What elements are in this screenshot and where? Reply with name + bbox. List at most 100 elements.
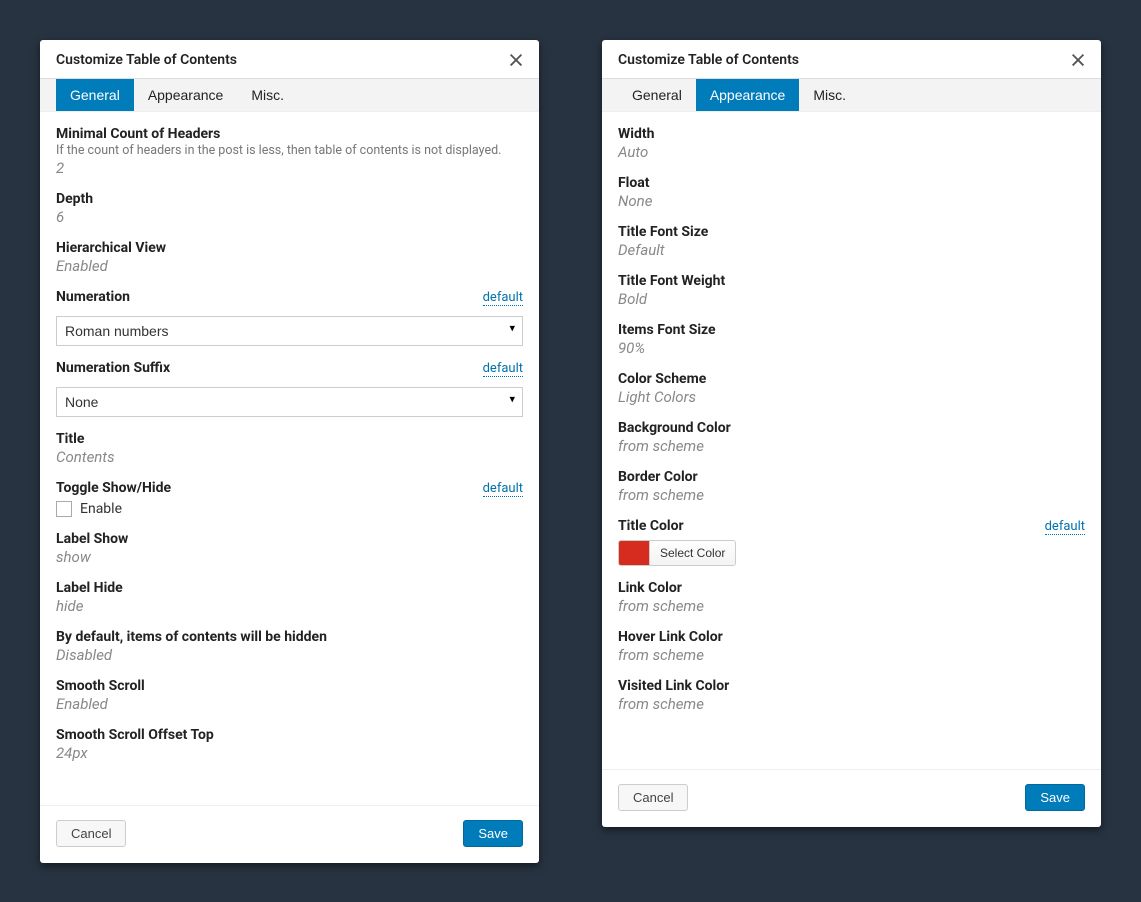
color-picker-button[interactable]: Select Color [618,540,736,566]
field-label: Minimal Count of Headers [56,126,523,142]
tab-misc[interactable]: Misc. [237,79,298,111]
toggle-enable-checkbox[interactable] [56,501,72,517]
modal-general: Customize Table of Contents General Appe… [40,40,539,863]
field-link-color: Link Color from scheme [618,580,1085,615]
field-title-font-size: Title Font Size Default [618,224,1085,259]
tabs: General Appearance Misc. [40,79,539,112]
field-float: Float None [618,175,1085,210]
field-label-hide: Label Hide hide [56,580,523,615]
field-value: Auto [618,143,1085,161]
field-label: By default, items of contents will be hi… [56,629,523,645]
field-numeration: Numeration default Roman numbers [56,289,523,346]
field-border-color: Border Color from scheme [618,469,1085,504]
modal-title: Customize Table of Contents [56,52,237,68]
modal-footer: Cancel Save [602,769,1101,827]
save-button[interactable]: Save [1025,784,1085,811]
cancel-button[interactable]: Cancel [56,820,126,847]
field-value: from scheme [618,437,1085,455]
default-link[interactable]: default [483,361,523,377]
field-value: from scheme [618,486,1085,504]
toggle-enable-label: Enable [80,501,122,517]
modal-body: Minimal Count of Headers If the count of… [40,112,539,805]
color-swatch [619,541,649,565]
field-label: Background Color [618,420,1085,436]
field-label: Float [618,175,1085,191]
field-smooth-scroll-offset: Smooth Scroll Offset Top 24px [56,727,523,762]
field-label: Hierarchical View [56,240,523,256]
field-label: Label Show [56,531,523,547]
field-value: 2 [56,159,523,177]
field-label: Link Color [618,580,1085,596]
field-label: Numeration Suffix [56,360,170,376]
default-link[interactable]: default [483,290,523,306]
field-value: None [618,192,1085,210]
field-label: Label Hide [56,580,523,596]
field-value: 6 [56,208,523,226]
field-toggle-show-hide: Toggle Show/Hide default Enable [56,480,523,517]
numeration-suffix-select[interactable]: None [56,387,523,417]
field-value: from scheme [618,695,1085,713]
close-icon [1072,54,1085,67]
modal-header: Customize Table of Contents [40,40,539,79]
default-link[interactable]: default [483,481,523,497]
field-value: from scheme [618,597,1085,615]
field-width: Width Auto [618,126,1085,161]
field-title-font-weight: Title Font Weight Bold [618,273,1085,308]
select-color-label[interactable]: Select Color [649,541,735,565]
modal-body: Width Auto Float None Title Font Size De… [602,112,1101,769]
tab-general[interactable]: General [618,79,696,111]
field-value: Light Colors [618,388,1085,406]
field-value: Contents [56,448,523,466]
field-label: Toggle Show/Hide [56,480,171,496]
field-numeration-suffix: Numeration Suffix default None [56,360,523,417]
field-hidden-default: By default, items of contents will be hi… [56,629,523,664]
modal-footer: Cancel Save [40,805,539,863]
field-value: 24px [56,744,523,762]
field-value: Bold [618,290,1085,308]
default-link[interactable]: default [1045,519,1085,535]
field-title: Title Contents [56,431,523,466]
field-label: Items Font Size [618,322,1085,338]
field-background-color: Background Color from scheme [618,420,1085,455]
field-value: 90% [618,339,1085,357]
field-sub: If the count of headers in the post is l… [56,143,523,158]
field-value: Enabled [56,695,523,713]
field-label: Depth [56,191,523,207]
field-visited-link-color: Visited Link Color from scheme [618,678,1085,713]
field-label: Title Color [618,518,684,534]
modal-title: Customize Table of Contents [618,52,799,68]
field-items-font-size: Items Font Size 90% [618,322,1085,357]
field-label: Title Font Size [618,224,1085,240]
field-label: Visited Link Color [618,678,1085,694]
modal-appearance: Customize Table of Contents General Appe… [602,40,1101,827]
field-label: Title Font Weight [618,273,1085,289]
save-button[interactable]: Save [463,820,523,847]
close-icon [510,54,523,67]
field-value: Default [618,241,1085,259]
tabs: General Appearance Misc. [602,79,1101,112]
field-label: Title [56,431,523,447]
field-hover-link-color: Hover Link Color from scheme [618,629,1085,664]
close-button[interactable] [1072,54,1085,67]
field-label: Smooth Scroll [56,678,523,694]
field-label: Width [618,126,1085,142]
field-value: from scheme [618,646,1085,664]
field-hierarchical-view: Hierarchical View Enabled [56,240,523,275]
tab-misc[interactable]: Misc. [799,79,860,111]
tab-appearance[interactable]: Appearance [696,79,800,111]
field-value: hide [56,597,523,615]
tab-appearance[interactable]: Appearance [134,79,238,111]
cancel-button[interactable]: Cancel [618,784,688,811]
close-button[interactable] [510,54,523,67]
field-depth: Depth 6 [56,191,523,226]
numeration-select[interactable]: Roman numbers [56,316,523,346]
field-label: Hover Link Color [618,629,1085,645]
modal-header: Customize Table of Contents [602,40,1101,79]
field-label: Smooth Scroll Offset Top [56,727,523,743]
field-label: Border Color [618,469,1085,485]
field-label: Numeration [56,289,130,305]
tab-general[interactable]: General [56,79,134,111]
field-color-scheme: Color Scheme Light Colors [618,371,1085,406]
field-value: Disabled [56,646,523,664]
field-smooth-scroll: Smooth Scroll Enabled [56,678,523,713]
